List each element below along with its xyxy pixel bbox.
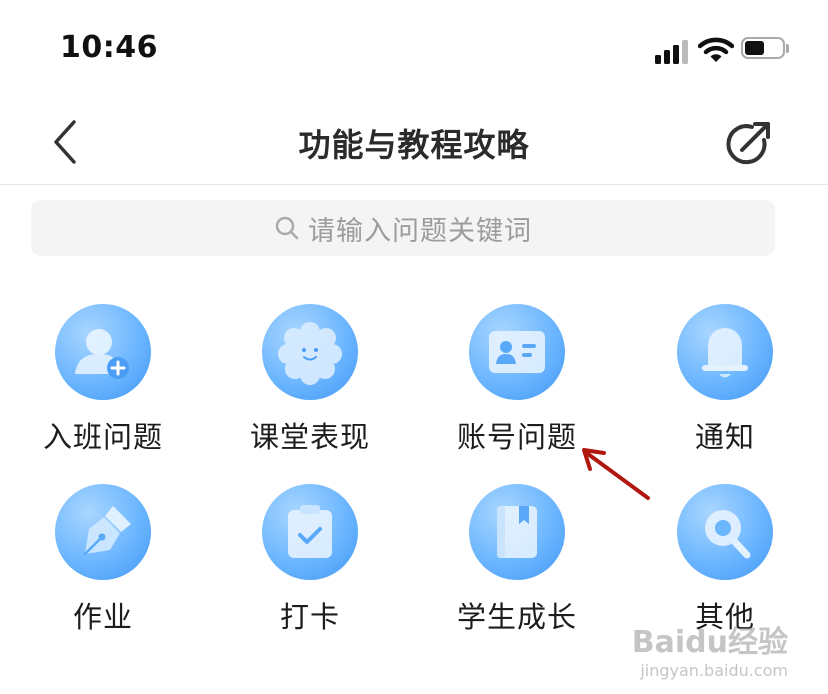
grid-item-class-performance[interactable]: 课堂表现 bbox=[215, 300, 405, 470]
share-icon[interactable] bbox=[724, 118, 774, 168]
baidu-watermark: Baidu经验 jingyan.baidu.com bbox=[632, 617, 788, 680]
grid-item-label: 打卡 bbox=[279, 600, 340, 634]
watermark-main: Baidu经验 bbox=[631, 625, 788, 660]
annotation-arrow-icon bbox=[582, 448, 650, 500]
signal-icon bbox=[655, 40, 689, 64]
watermark-sub: jingyan.baidu.com bbox=[640, 661, 788, 680]
grid-item-label: 入班问题 bbox=[42, 420, 163, 454]
id-card-icon bbox=[469, 304, 565, 400]
search-input[interactable]: 请输入问题关键词 bbox=[31, 200, 775, 256]
grid-item-label: 作业 bbox=[72, 600, 133, 634]
grid-item-homework[interactable]: 作业 bbox=[8, 480, 198, 650]
status-bar: 10:46 bbox=[0, 0, 828, 100]
fountain-pen-icon bbox=[55, 484, 151, 580]
grid-item-label: 通知 bbox=[694, 420, 755, 454]
nav-bar: 功能与教程攻略 bbox=[0, 100, 828, 185]
grid-item-checkin[interactable]: 打卡 bbox=[215, 480, 405, 650]
status-time: 10:46 bbox=[60, 30, 158, 65]
add-user-icon bbox=[55, 304, 151, 400]
search-magnifier-icon bbox=[677, 484, 773, 580]
grid-item-join-class[interactable]: 入班问题 bbox=[8, 300, 198, 470]
book-icon bbox=[469, 484, 565, 580]
smiley-flower-icon bbox=[262, 304, 358, 400]
search-icon bbox=[275, 216, 299, 240]
bell-icon bbox=[677, 304, 773, 400]
search-placeholder: 请输入问题关键词 bbox=[308, 215, 532, 247]
grid-item-student-growth[interactable]: 学生成长 bbox=[422, 480, 612, 650]
page-title: 功能与教程攻略 bbox=[298, 126, 530, 164]
grid-item-label: 学生成长 bbox=[456, 600, 577, 634]
battery-icon bbox=[741, 37, 789, 61]
grid-item-notice[interactable]: 通知 bbox=[630, 300, 820, 470]
wifi-icon bbox=[698, 37, 734, 62]
clipboard-check-icon bbox=[262, 484, 358, 580]
grid-item-label: 课堂表现 bbox=[249, 420, 370, 454]
